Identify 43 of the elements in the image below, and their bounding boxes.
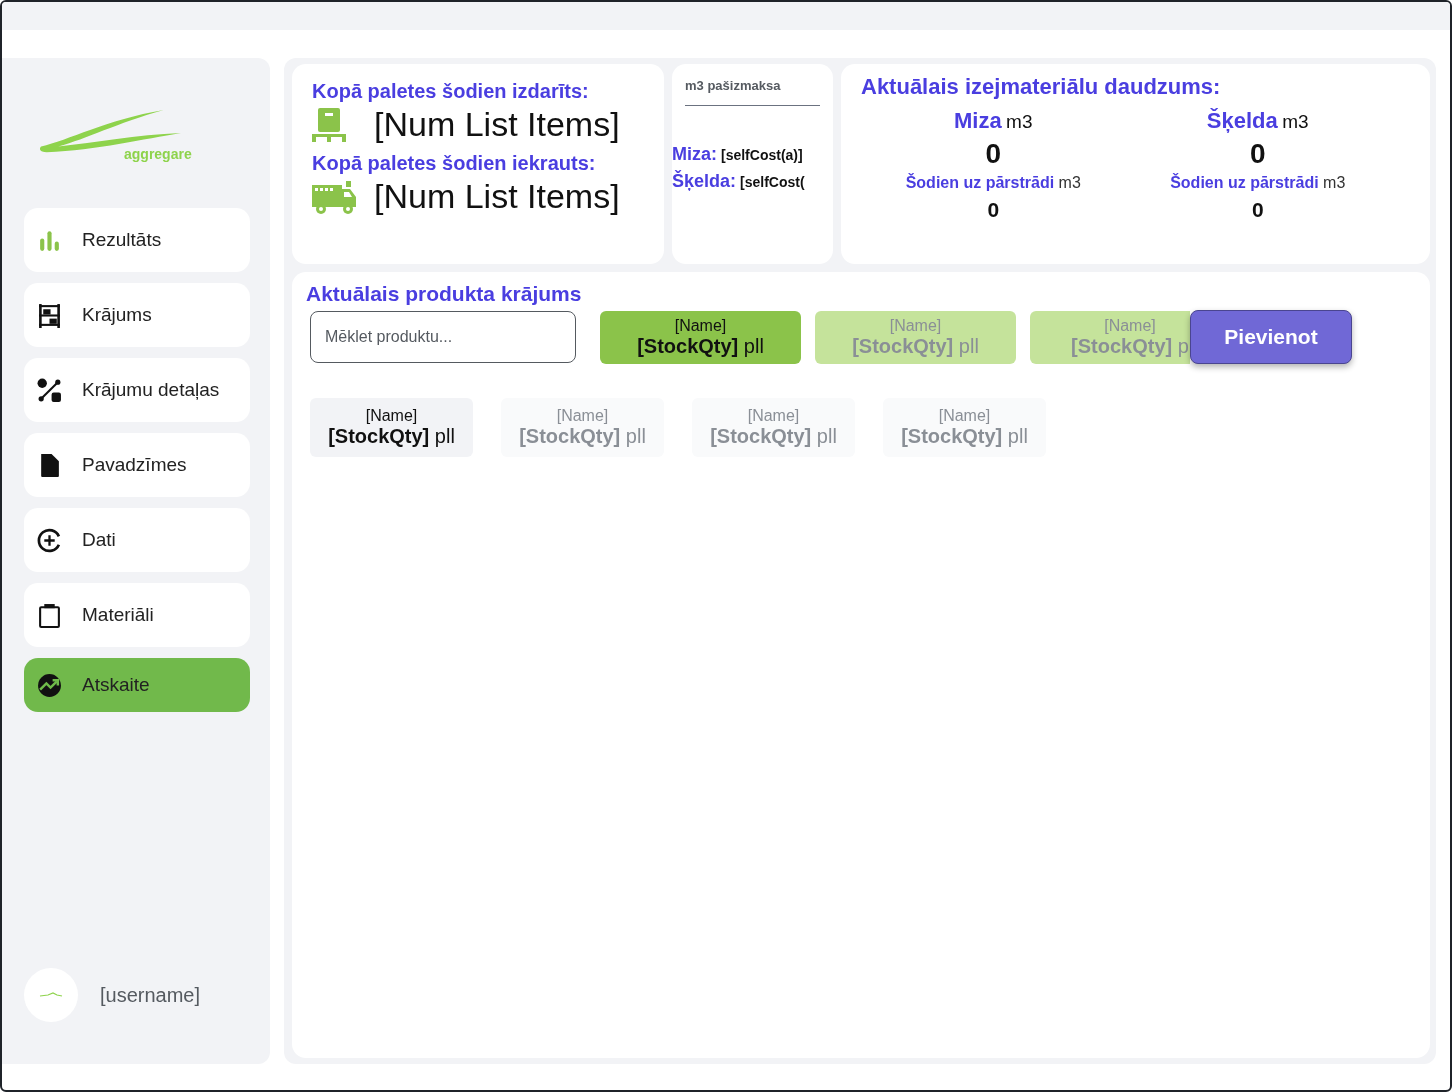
truck-icon	[312, 178, 358, 215]
nav-item[interactable]: Dati	[24, 508, 250, 572]
nav-item[interactable]: Rezultāts	[24, 208, 250, 272]
self-cost-label: Šķelda:	[672, 171, 737, 191]
self-cost-title: m3 pašizmaksa	[685, 78, 820, 106]
username: [username]	[100, 983, 201, 1007]
product-chip[interactable]: [Name] [StockQty] pll	[310, 398, 473, 457]
chart-circle-icon	[37, 672, 62, 698]
nav-item[interactable]: Materiāli	[24, 583, 250, 647]
material-amount: 0	[1249, 138, 1266, 170]
nav-item[interactable]: Krājums	[24, 283, 250, 347]
clipboard-icon	[37, 602, 62, 628]
product-chip[interactable]: [Name] [StockQty] pll	[600, 310, 801, 364]
material-name: Šķelda	[1206, 108, 1278, 133]
material-amount: 0	[985, 138, 1002, 170]
today-amount: 0	[987, 198, 1000, 222]
pallets-title: Kopā paletes šodien izdarīts:	[312, 80, 590, 103]
pallet-box-icon	[312, 107, 346, 142]
today-label: Šodien uz pārstrādi	[1170, 174, 1319, 191]
self-cost-label: Miza:	[672, 144, 717, 164]
self-cost-value: [selfCost(a)]	[721, 147, 803, 163]
brand-name: aggregare	[124, 146, 192, 162]
nav-item[interactable]: Atskaite	[24, 658, 250, 712]
today-amount: 0	[1251, 198, 1264, 222]
today-label: Šodien uz pārstrādi	[905, 174, 1055, 191]
pallets-title: Kopā paletes šodien iekrauts:	[312, 152, 597, 175]
search-field[interactable]: Mēklet produktu...	[310, 311, 576, 363]
materials-title: Aktuālais izejmateriālu daudzums:	[861, 74, 1222, 100]
pallets-count: [Num List Items]	[374, 105, 620, 144]
circle-plus-icon	[37, 527, 62, 553]
stock-title: Aktuālais produkta krājums	[306, 282, 583, 306]
today-unit: m3	[1058, 174, 1081, 191]
shelf-icon	[37, 302, 62, 328]
nav-item[interactable]: Krājumu detaļas	[24, 358, 250, 422]
add-button[interactable]: Pievienot	[1190, 310, 1352, 364]
nav-item[interactable]: Pavadzīmes	[24, 433, 250, 497]
today-unit: m3	[1323, 174, 1346, 191]
material-name: Miza	[953, 108, 1002, 133]
material-unit: m3	[1282, 111, 1309, 132]
self-cost-value: [selfCost(	[740, 174, 805, 190]
material-unit: m3	[1006, 111, 1033, 132]
pallets-count: [Num List Items]	[374, 177, 620, 216]
shapes-icon	[37, 377, 62, 403]
